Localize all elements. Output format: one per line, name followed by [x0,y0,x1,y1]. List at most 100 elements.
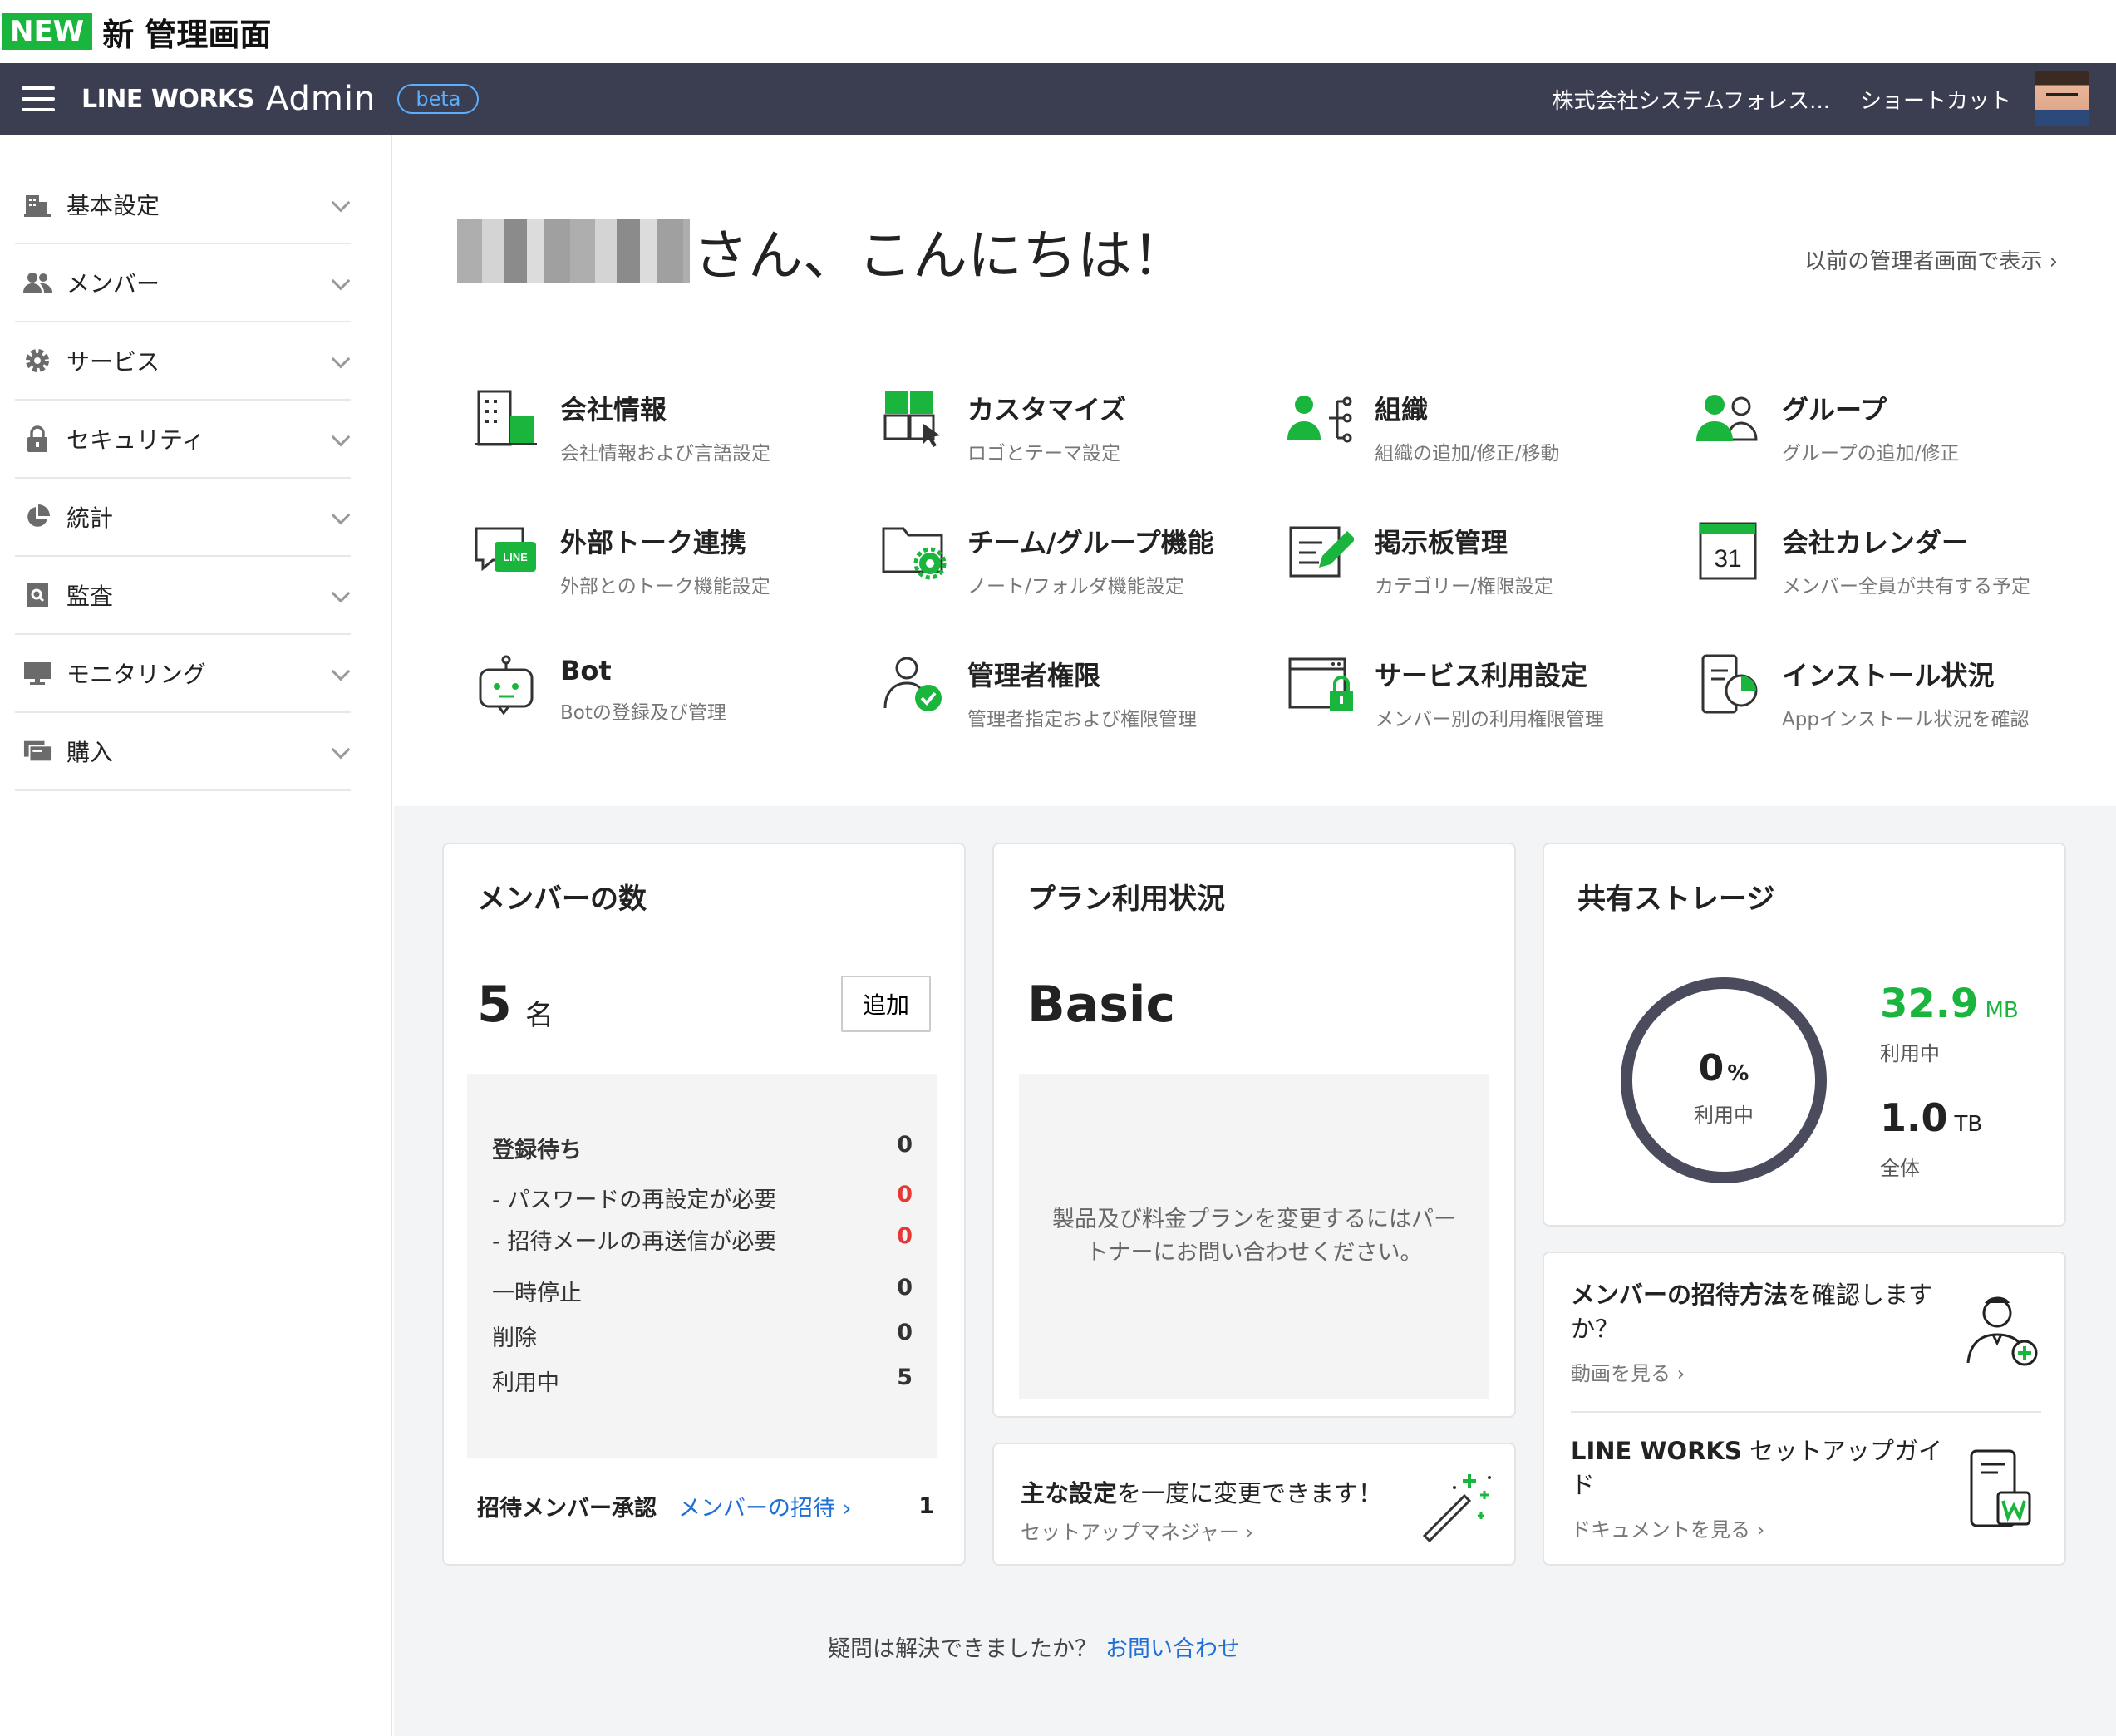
sidebar-item-audit[interactable]: 監査 [15,557,351,635]
storage-percent-unit: % [1727,1061,1749,1086]
sidebar-item-purchase[interactable]: 購入 [15,713,351,791]
sidebar: 基本設定 メンバー サービス セキュリティ 統計 監査 モニタリング 購入 [0,135,392,1736]
sidebar-item-label: 監査 [66,583,114,610]
storage-percent-value: 0 [1698,1047,1725,1089]
stat-value: 5 [897,1365,913,1390]
banner-title: 新 管理画面 [102,16,272,53]
shortcut-button[interactable]: ショートカット [1860,84,2011,115]
invite-guide[interactable]: メンバーの招待方法を確認しますか？ 動画を見る › [1571,1278,1961,1386]
stat-suspended[interactable]: 一時停止 0 [492,1275,913,1307]
menu-title: サービス利用設定 [1375,660,1588,691]
menu-customize[interactable]: カスタマイズ ロゴとテーマ設定 [879,384,1287,517]
avatar[interactable] [2035,71,2089,126]
menu-desc: Botの登録及び管理 [560,702,726,724]
menu-title: 掲示板管理 [1375,527,1508,558]
menu-title: インストール状況 [1782,660,1995,691]
stat-label: 削除 [492,1325,537,1351]
previous-admin-link[interactable]: 以前の管理者画面で表示 › [1804,244,2058,275]
stat-resend-invite[interactable]: - 招待メールの再送信が必要 0 [492,1223,913,1256]
sidebar-item-services[interactable]: サービス [15,322,351,401]
menu-title: 管理者権限 [967,660,1101,691]
menu-desc: メンバー全員が共有する予定 [1782,576,2030,598]
hero-section: さん、こんにちは！ 以前の管理者画面で表示 › 会社情報 会社情報および言語設定 [394,135,2116,806]
stat-value: 0 [897,1320,913,1345]
view-document-link[interactable]: ドキュメントを見る › [1571,1513,1961,1542]
menu-title: Bot [560,655,612,686]
sidebar-item-label: モニタリング [66,661,207,688]
stat-active[interactable]: 利用中 5 [492,1365,913,1397]
menu-icon[interactable] [22,86,55,111]
building-icon [23,190,52,219]
folder-gear-icon [879,517,947,585]
menu-title: カスタマイズ [967,394,1127,425]
menu-team-group[interactable]: チーム/グループ機能 ノート/フォルダ機能設定 [879,517,1287,650]
phone-pie-icon [1694,650,1762,718]
storage-total-label: 全体 [1880,1157,1920,1180]
sidebar-item-statistics[interactable]: 統計 [15,479,351,557]
beta-badge: beta [397,84,480,114]
pie-chart-icon [23,503,52,531]
members-card: メンバーの数 5 名 追加 登録待ち 0 - パスワードの再設定が必要 0 - … [442,843,966,1566]
menu-title: グループ [1782,394,1887,425]
monitor-icon [23,659,52,687]
company-building-icon [472,384,540,452]
menu-desc: 外部とのトーク機能設定 [560,576,770,598]
menu-company-info[interactable]: 会社情報 会社情報および言語設定 [472,384,879,517]
member-stats: 登録待ち 0 - パスワードの再設定が必要 0 - 招待メールの再送信が必要 0… [467,1074,937,1458]
menu-board[interactable]: 掲示板管理 カテゴリー/権限設定 [1287,517,1694,650]
top-banner: NEW 新 管理画面 [0,0,2116,63]
storage-used: 32.9 MB [1880,981,2019,1027]
menu-install-status[interactable]: インストール状況 Appインストール状況を確認 [1694,650,2101,783]
stat-password-reset[interactable]: - パスワードの再設定が必要 0 [492,1182,913,1214]
calendar-icon: 31 [1694,517,1762,585]
calendar-day: 31 [1714,545,1741,573]
menu-desc: カテゴリー/権限設定 [1375,576,1553,598]
storage-total-unit: TB [1954,1112,1983,1137]
company-selector[interactable]: 株式会社システムフォレス... [1553,84,1830,115]
menu-admin-rights[interactable]: 管理者権限 管理者指定および権限管理 [879,650,1287,783]
menu-organization[interactable]: 組織 組織の追加/修正/移動 [1287,384,1694,517]
setup-title-rest: を一度に変更できます！ [1117,1479,1383,1507]
sidebar-item-basic-settings[interactable]: 基本設定 [15,166,351,244]
menu-company-calendar[interactable]: 31 会社カレンダー メンバー全員が共有する予定 [1694,517,2101,650]
menu-title: 外部トーク連携 [560,527,747,558]
stat-pending[interactable]: 登録待ち 0 [492,1132,913,1164]
window-lock-icon [1287,650,1355,718]
setup-title: 主な設定を一度に変更できます！ [1021,1474,1382,1509]
contact-link[interactable]: お問い合わせ [1105,1636,1240,1662]
invite-approval: 招待メンバー承認 メンバーの招待 › 1 [477,1490,934,1522]
menu-desc: グループの追加/修正 [1782,443,1960,465]
invite-member-link[interactable]: メンバーの招待 › [678,1490,851,1522]
storage-used-label: 利用中 [1880,1042,1940,1065]
bot-icon [472,650,540,718]
brand-admin: Admin [265,80,376,118]
stat-value: 0 [897,1223,913,1249]
sidebar-item-label: 統計 [66,504,114,532]
sidebar-item-security[interactable]: セキュリティ [15,401,351,479]
plan-name: Basic [1027,976,1176,1034]
setup-manager-link[interactable]: セットアップマネジャー › [1021,1516,1253,1545]
menu-group[interactable]: グループ グループの追加/修正 [1694,384,2101,517]
brand-logo[interactable]: LINE WORKS [81,85,254,114]
plan-card: プラン利用状況 Basic 製品及び料金プランを変更するにはパートナーにお問い合… [992,843,1516,1418]
chevron-down-icon [331,740,351,760]
setup-manager-card[interactable]: 主な設定を一度に変更できます！ セットアップマネジャー › [992,1443,1516,1566]
menu-external-talk[interactable]: LINE 外部トーク連携 外部とのトーク機能設定 [472,517,879,650]
stat-deleted[interactable]: 削除 0 [492,1320,913,1352]
sidebar-nav: 基本設定 メンバー サービス セキュリティ 統計 監査 モニタリング 購入 [15,166,351,791]
chevron-down-icon [331,505,351,525]
menu-desc: メンバー別の利用権限管理 [1375,709,1604,730]
stat-label: 一時停止 [492,1281,582,1306]
menu-bot[interactable]: Bot Botの登録及び管理 [472,650,879,783]
sidebar-item-members[interactable]: メンバー [15,244,351,322]
sidebar-item-monitoring[interactable]: モニタリング [15,635,351,713]
invite-approval-count[interactable]: 1 [918,1493,934,1519]
menu-service-usage[interactable]: サービス利用設定 メンバー別の利用権限管理 [1287,650,1694,783]
setup-guide[interactable]: LINE WORKS セットアップガイド ドキュメントを見る › [1571,1434,1961,1542]
add-member-button[interactable]: 追加 [841,976,931,1032]
person-add-icon [1966,1296,2038,1366]
storage-percent: 0% [1632,1047,1815,1089]
watch-video-link[interactable]: 動画を見る › [1571,1357,1961,1386]
chevron-down-icon [331,193,351,213]
menu-desc: 会社情報および言語設定 [560,443,770,465]
